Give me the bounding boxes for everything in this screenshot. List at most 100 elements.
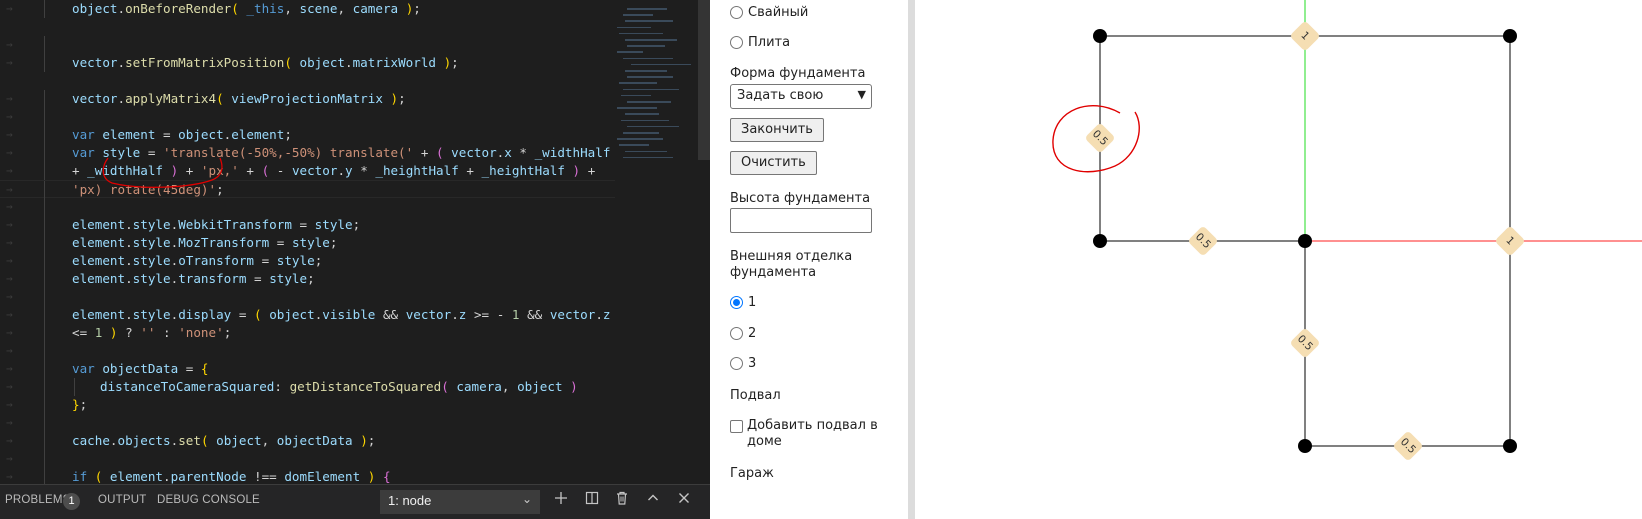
basement-checkbox[interactable] (730, 420, 743, 433)
code-text: var objectData = { (72, 361, 209, 376)
minimap-line (625, 39, 677, 41)
code-line[interactable]: → (0, 288, 615, 306)
scrollbar-thumb[interactable] (698, 0, 710, 160)
terminal-select[interactable]: 1: node ⌄ (380, 490, 540, 514)
code-line[interactable]: → (0, 450, 615, 468)
vertex-point[interactable] (1503, 29, 1517, 43)
radio-type-pile[interactable]: Свайный (730, 5, 808, 20)
tab-problems[interactable]: PROBLEMS (5, 494, 71, 506)
indent-guide (44, 432, 45, 450)
code-line[interactable]: → (0, 36, 615, 54)
code-line[interactable]: → object.onBeforeRender( _this, scene, ca… (0, 0, 615, 18)
radio-label: 1 (748, 295, 757, 310)
code-line[interactable]: → element.style.transform = style; (0, 270, 615, 288)
code-line[interactable]: → + _widthHalf ) + 'px,' + ( - vector.y *… (0, 162, 615, 180)
radio-button[interactable] (730, 36, 743, 49)
close-icon[interactable] (674, 491, 694, 511)
indent-guide (44, 126, 45, 144)
radio-finish-2[interactable]: 2 (730, 326, 756, 341)
code-line[interactable]: → if ( element.parentNode !== domElement … (0, 468, 615, 484)
indent-guide (44, 396, 45, 414)
radio-finish-1[interactable]: 1 (730, 295, 756, 310)
code-line[interactable]: → <= 1 ) ? '' : 'none'; (0, 324, 615, 342)
radio-label: 2 (748, 326, 757, 341)
shape-select[interactable]: Задать свою ▼ (730, 84, 872, 109)
code-text: element.style.oTransform = style; (72, 253, 323, 268)
whitespace-arrow-icon: → (6, 164, 13, 177)
code-line[interactable]: → (0, 342, 615, 360)
whitespace-arrow-icon: → (6, 146, 13, 159)
whitespace-arrow-icon: → (6, 434, 13, 447)
foundation-form: Свайный Плита Форма фундамента Задать св… (710, 0, 908, 519)
indent-guide (44, 288, 45, 306)
whitespace-arrow-icon: → (6, 254, 13, 267)
minimap[interactable] (615, 0, 710, 484)
indent-guide (44, 324, 45, 342)
whitespace-arrow-icon: → (6, 128, 13, 141)
indent-guide (44, 414, 45, 432)
code-line[interactable]: → element.style.display = ( object.visibl… (0, 306, 615, 324)
radio-button-checked[interactable] (730, 296, 743, 309)
code-line[interactable]: → 'px) rotate(45deg)'; (0, 180, 615, 199)
minimap-line (625, 70, 667, 72)
indent-guide (44, 468, 45, 484)
trash-icon[interactable] (612, 491, 632, 511)
clear-button[interactable]: Очистить (730, 151, 817, 175)
code-text: + _widthHalf ) + 'px,' + ( - vector.y * … (72, 163, 596, 178)
code-area[interactable]: → object.onBeforeRender( _this, scene, ca… (0, 0, 615, 484)
indent-guide (44, 162, 45, 180)
code-line[interactable]: → (0, 198, 615, 216)
tab-debug-console[interactable]: DEBUG CONSOLE (157, 494, 260, 506)
tab-output[interactable]: OUTPUT (98, 494, 146, 506)
radio-button[interactable] (730, 6, 743, 19)
whitespace-arrow-icon: → (6, 56, 13, 69)
garage-label: Гараж (730, 466, 774, 481)
code-line[interactable]: →}; (0, 396, 615, 414)
vertex-point[interactable] (1503, 439, 1517, 453)
vertex-point[interactable] (1093, 234, 1107, 248)
code-line[interactable]: → cache.objects.set( object, objectData )… (0, 432, 615, 450)
chevron-up-icon[interactable] (643, 491, 663, 511)
whitespace-arrow-icon: → (6, 110, 13, 123)
radio-button[interactable] (730, 357, 743, 370)
code-line[interactable]: → element.style.WebkitTransform = style; (0, 216, 615, 234)
minimap-line (625, 113, 659, 115)
vertex-point[interactable] (1093, 29, 1107, 43)
plan-canvas[interactable]: 1 0.5 0.5 1 0.5 0.5 (915, 0, 1642, 519)
panel-bar: PROBLEMS 1 OUTPUT DEBUG CONSOLE 1: node … (0, 484, 710, 519)
whitespace-arrow-icon: → (6, 344, 13, 357)
indent-guide (44, 36, 45, 54)
code-line[interactable]: → var element = object.element; (0, 126, 615, 144)
code-text: object.onBeforeRender( _this, scene, cam… (72, 1, 421, 16)
basement-checkbox-row[interactable]: Добавить подвал в доме (730, 418, 897, 450)
code-text: <= 1 ) ? '' : 'none'; (72, 325, 232, 340)
code-line[interactable]: → var objectData = { (0, 360, 615, 378)
whitespace-arrow-icon: → (6, 236, 13, 249)
whitespace-arrow-icon: → (6, 200, 13, 213)
vertex-point[interactable] (1298, 234, 1312, 248)
finish-button[interactable]: Закончить (730, 118, 824, 142)
minimap-line (623, 156, 673, 159)
radio-button[interactable] (730, 327, 743, 340)
whitespace-arrow-icon: → (6, 183, 13, 196)
minimap-line (619, 32, 663, 35)
code-line[interactable]: → element.style.MozTransform = style; (0, 234, 615, 252)
code-line[interactable]: → element.style.oTransform = style; (0, 252, 615, 270)
code-line[interactable]: → distanceToCameraSquared: getDistanceToS… (0, 378, 615, 396)
code-text: distanceToCameraSquared: getDistanceToSq… (100, 379, 578, 394)
code-line[interactable]: → var style = 'translate(-50%,-50%) trans… (0, 144, 615, 162)
indent-guide (44, 0, 45, 18)
code-line[interactable]: → vector.applyMatrix4( viewProjectionMatr… (0, 90, 615, 108)
code-line[interactable]: → (0, 414, 615, 432)
code-line[interactable]: → (0, 108, 615, 126)
height-input[interactable] (730, 208, 872, 233)
vertex-point[interactable] (1298, 439, 1312, 453)
radio-type-slab[interactable]: Плита (730, 35, 790, 50)
split-icon[interactable] (582, 491, 602, 511)
minimap-line (623, 14, 653, 16)
code-line[interactable]: → vector.setFromMatrixPosition( object.ma… (0, 54, 615, 72)
plus-icon[interactable] (551, 491, 571, 511)
radio-finish-3[interactable]: 3 (730, 356, 756, 371)
code-editor[interactable]: → object.onBeforeRender( _this, scene, ca… (0, 0, 710, 519)
minimap-line (617, 26, 651, 29)
